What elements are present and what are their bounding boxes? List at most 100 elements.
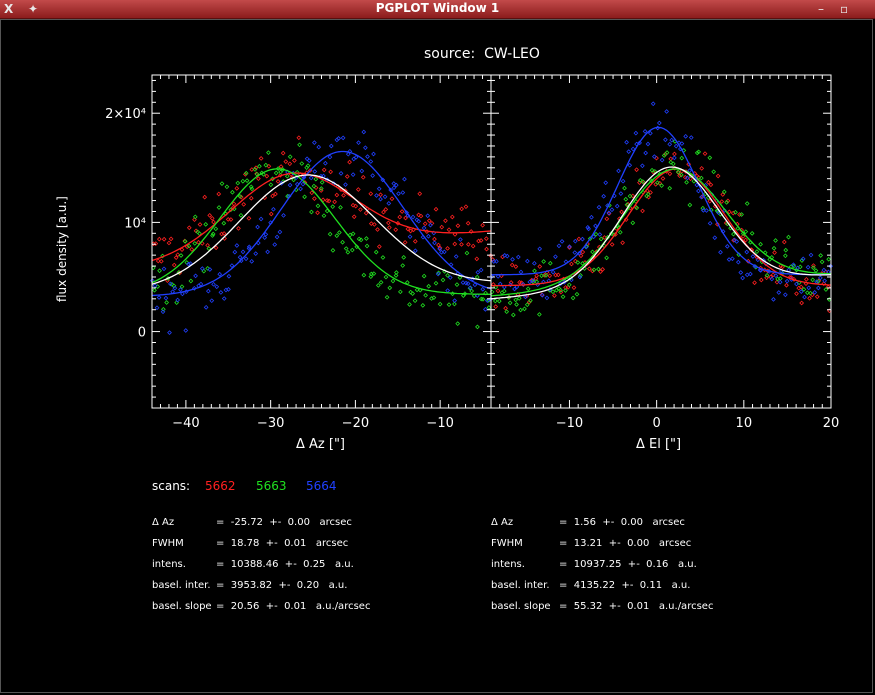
data-point-5663: [401, 255, 407, 260]
y-tick-label: 2×10⁴: [105, 107, 146, 122]
data-point-5663: [375, 283, 381, 288]
stat-name: FWHM: [491, 538, 523, 549]
data-point-5662: [604, 216, 610, 222]
data-point-5664: [396, 191, 401, 197]
data-point-5663: [541, 259, 547, 264]
data-point-5663: [513, 297, 519, 303]
data-point-5664: [361, 129, 367, 135]
data-point-5663: [604, 255, 609, 261]
data-point-5662: [258, 156, 264, 161]
data-point-5662: [426, 218, 432, 224]
data-point-5662: [234, 185, 240, 191]
data-point-5664: [531, 260, 537, 266]
stat-name: Δ Az: [152, 517, 175, 528]
data-point-5662: [794, 291, 799, 297]
data-point-5663: [687, 202, 693, 208]
data-point-5664: [596, 204, 602, 210]
data-point-5663: [711, 169, 717, 175]
data-point-5662: [386, 225, 392, 230]
data-point-5664: [249, 258, 255, 264]
data-point-5663: [773, 238, 778, 243]
data-point-5663: [678, 172, 684, 178]
data-point-5664: [359, 168, 365, 174]
data-point-5663: [749, 230, 755, 236]
data-point-5664: [226, 273, 232, 279]
data-point-5664: [783, 292, 788, 298]
data-point-5664: [559, 239, 565, 244]
data-point-5664: [402, 176, 407, 182]
data-point-5662: [702, 151, 708, 157]
data-point-5664: [651, 154, 657, 159]
data-point-5662: [784, 282, 789, 288]
data-point-5663: [221, 220, 227, 226]
data-point-5664: [609, 207, 615, 213]
data-point-5664: [382, 194, 388, 200]
data-point-5663: [238, 212, 244, 218]
data-point-5663: [410, 291, 416, 296]
data-point-5664: [154, 305, 160, 311]
data-point-5664: [452, 298, 458, 303]
data-point-5664: [340, 135, 346, 141]
stat-name: intens.: [152, 559, 186, 570]
data-point-5662: [465, 220, 471, 226]
data-point-5664: [696, 188, 701, 194]
data-point-5664: [374, 193, 379, 198]
data-point-5664: [328, 143, 334, 149]
data-point-5662: [166, 240, 172, 246]
data-point-5662: [439, 224, 445, 230]
stat-value: = 18.78 +- 0.01 arcsec: [216, 538, 349, 549]
data-point-5663: [319, 180, 325, 185]
fit-curve-5664: [491, 126, 831, 276]
stat-value: = 10388.46 +- 0.25 a.u.: [216, 559, 354, 570]
data-point-5663: [178, 253, 184, 258]
data-point-5662: [500, 254, 505, 260]
scan-5664-label: 5664: [306, 479, 337, 493]
data-point-5663: [808, 290, 813, 296]
data-point-5662: [620, 240, 625, 246]
data-point-5664: [211, 281, 216, 287]
data-point-5664: [572, 250, 578, 255]
data-point-5662: [445, 246, 450, 251]
data-point-5662: [799, 300, 805, 306]
data-point-5664: [363, 145, 368, 151]
x-tick-label: 20: [823, 416, 840, 431]
data-point-5664: [167, 330, 172, 335]
data-point-5664: [207, 267, 213, 272]
data-point-5663: [284, 173, 290, 179]
data-point-5663: [334, 233, 340, 239]
data-point-5662: [207, 212, 213, 218]
data-point-5662: [355, 187, 361, 192]
data-point-5662: [211, 219, 216, 225]
data-point-5663: [224, 184, 230, 190]
data-point-5662: [715, 173, 721, 179]
x-tick-label: −40: [172, 416, 199, 431]
data-point-5664: [343, 182, 348, 188]
data-point-5664: [272, 242, 278, 247]
data-point-5663: [454, 282, 460, 288]
data-point-5662: [378, 192, 383, 198]
data-point-5662: [197, 222, 203, 227]
stat-name: Δ Az: [491, 517, 514, 528]
x-tick-label: −10: [556, 416, 583, 431]
data-point-5663: [507, 300, 513, 306]
data-point-5662: [351, 214, 357, 220]
data-point-5664: [316, 144, 322, 150]
data-point-5664: [163, 295, 169, 301]
data-point-5662: [708, 182, 714, 188]
data-point-5663: [203, 221, 209, 227]
data-point-5664: [193, 273, 198, 279]
data-point-5662: [466, 241, 471, 247]
data-point-5662: [363, 210, 369, 216]
data-point-5663: [754, 249, 760, 254]
data-point-5662: [287, 161, 293, 167]
x-tick-label: 10: [736, 416, 753, 431]
data-point-5662: [449, 214, 455, 220]
data-point-5662: [393, 227, 399, 233]
data-point-5663: [400, 263, 406, 268]
data-point-5664: [274, 234, 280, 240]
x-tick-label: −20: [342, 416, 369, 431]
data-point-5662: [672, 151, 677, 157]
data-point-5664: [626, 149, 632, 154]
data-point-5663: [364, 236, 369, 241]
data-point-5662: [586, 266, 592, 272]
